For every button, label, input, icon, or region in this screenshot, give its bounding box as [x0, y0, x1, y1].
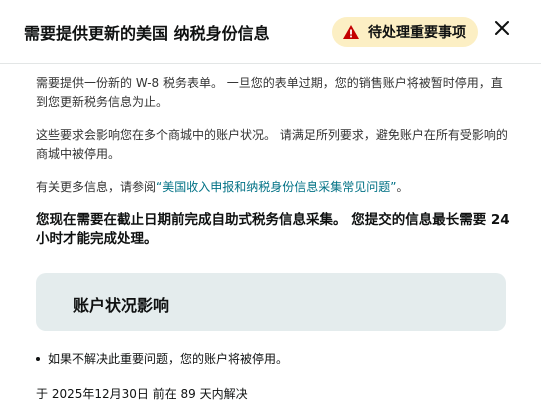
resolve-deadline-text: 于 2025年12月30日 前在 89 天内解决: [36, 387, 248, 401]
close-icon: [494, 20, 510, 40]
more-info-text: 有关更多信息，请参阅“美国收入申报和纳税身份信息采集常见问题”。: [36, 178, 510, 197]
dialog-header: 需要提供更新的美国 纳税身份信息 待处理重要事项: [0, 0, 541, 64]
dialog-title: 需要提供更新的美国 纳税身份信息: [24, 24, 270, 43]
faq-link[interactable]: “美国收入申报和纳税身份信息采集常见问题”: [156, 180, 396, 194]
more-info-suffix: 。: [396, 180, 409, 194]
dialog-body: 需要提供一份新的 W-8 税务表单。 一旦您的表单过期，您的销售账户将被暂时停用…: [36, 74, 510, 249]
status-badge: 待处理重要事项: [332, 17, 478, 47]
form-required-text: 需要提供一份新的 W-8 税务表单。 一旦您的表单过期，您的销售账户将被暂时停用…: [36, 76, 503, 109]
list-item: 如果不解决此重要问题，您的账户将被停用。: [36, 350, 288, 367]
account-impact-title: 账户状况影响: [73, 296, 170, 315]
bullet-icon: [36, 356, 40, 361]
deadline-notice: 您现在需要在截止日期前完成自助式税务信息采集。 您提交的信息最长需要 24 小时…: [36, 212, 510, 247]
marketplace-impact-text: 这些要求会影响您在多个商城中的账户状况。 请满足所列要求，避免账户在所有受影响的…: [36, 128, 508, 161]
more-info-prefix: 有关更多信息，请参阅: [36, 180, 157, 194]
account-impact-panel: 账户状况影响: [36, 273, 506, 331]
badge-label: 待处理重要事项: [368, 25, 466, 41]
warning-triangle-icon: [342, 24, 360, 40]
close-button[interactable]: [490, 18, 514, 42]
impact-bullet-text: 如果不解决此重要问题，您的账户将被停用。: [48, 352, 289, 366]
